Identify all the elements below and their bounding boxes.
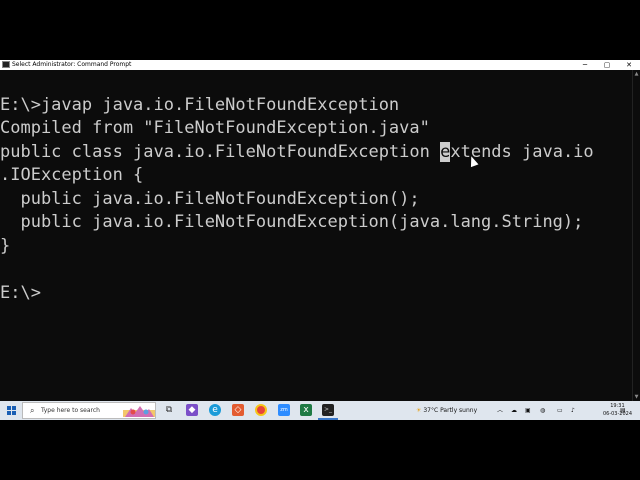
console-line: } — [0, 236, 11, 256]
scroll-down-icon[interactable]: ▼ — [633, 393, 640, 401]
search-icon: ⌕ — [30, 406, 35, 415]
edge-icon[interactable]: e — [209, 404, 221, 416]
console-prompt: E:\> — [0, 283, 41, 303]
console-line: .IOException { — [0, 165, 144, 185]
chrome-icon[interactable] — [255, 404, 267, 416]
scroll-up-icon[interactable]: ▲ — [633, 70, 640, 78]
zoom-icon[interactable]: zm — [278, 404, 290, 416]
cmd-app-icon — [2, 61, 10, 68]
console-line: E:\>javap java.io.FileNotFoundException — [0, 95, 400, 115]
weather-temperature: 37°C — [423, 407, 439, 414]
clock-time: 19:31 — [610, 403, 625, 409]
window-title: Select Administrator: Command Prompt — [12, 61, 132, 68]
close-button[interactable]: ✕ — [618, 60, 640, 70]
search-highlight-icon — [123, 406, 155, 417]
letterbox-top — [0, 0, 640, 60]
excel-icon[interactable]: x — [300, 404, 312, 416]
notifications-icon[interactable]: ▤ — [620, 401, 626, 420]
clock-date: 06-03-2024 — [602, 411, 632, 417]
console-output[interactable]: E:\>javap java.io.FileNotFoundException … — [0, 70, 632, 401]
task-view-icon[interactable]: ⧉ — [163, 404, 175, 416]
command-prompt-window: Select Administrator: Command Prompt ─ ▢… — [0, 60, 640, 401]
console-line: public java.io.FileNotFoundException(jav… — [0, 212, 584, 232]
system-tray-icon[interactable]: ▣ — [525, 401, 531, 420]
console-line-text: public class java.io.FileNotFoundExcepti… — [0, 142, 441, 162]
weather-widget[interactable]: ☀ 37°C Partly sunny — [416, 401, 477, 420]
weather-icon: ☀ — [416, 407, 422, 414]
console-line: public class java.io.FileNotFoundExcepti… — [0, 141, 594, 164]
battery-icon[interactable]: ▭ — [557, 401, 563, 420]
onedrive-icon[interactable]: ☁ — [511, 401, 517, 420]
git-icon[interactable]: ◇ — [232, 404, 244, 416]
console-line: Compiled from "FileNotFoundException.jav… — [0, 118, 430, 138]
taskbar-clock[interactable]: 19:31 06-03-2024 — [603, 402, 632, 418]
title-bar[interactable]: Select Administrator: Command Prompt ─ ▢… — [0, 60, 640, 70]
start-button[interactable] — [7, 406, 16, 415]
weather-condition: Partly sunny — [440, 407, 478, 414]
show-hidden-icons-icon[interactable]: ︿ — [497, 401, 503, 420]
search-placeholder: Type here to search — [41, 407, 100, 414]
volume-icon[interactable]: ♪ — [571, 401, 575, 420]
maximize-button[interactable]: ▢ — [596, 60, 618, 70]
taskbar: ⌕ Type here to search ⧉ ◆ e ◇ zm x >_ ☀ … — [0, 401, 640, 420]
letterbox-bottom — [0, 420, 640, 480]
console-line: public java.io.FileNotFoundException(); — [0, 189, 420, 209]
vertical-scrollbar[interactable]: ▲ ▼ — [632, 70, 640, 401]
network-icon[interactable]: ◍ — [540, 401, 545, 420]
text-cursor: e — [440, 142, 451, 162]
visual-studio-icon[interactable]: ◆ — [186, 404, 198, 416]
taskbar-search-box[interactable]: ⌕ Type here to search — [22, 402, 156, 419]
command-prompt-icon[interactable]: >_ — [322, 404, 334, 416]
minimize-button[interactable]: ─ — [574, 60, 596, 70]
